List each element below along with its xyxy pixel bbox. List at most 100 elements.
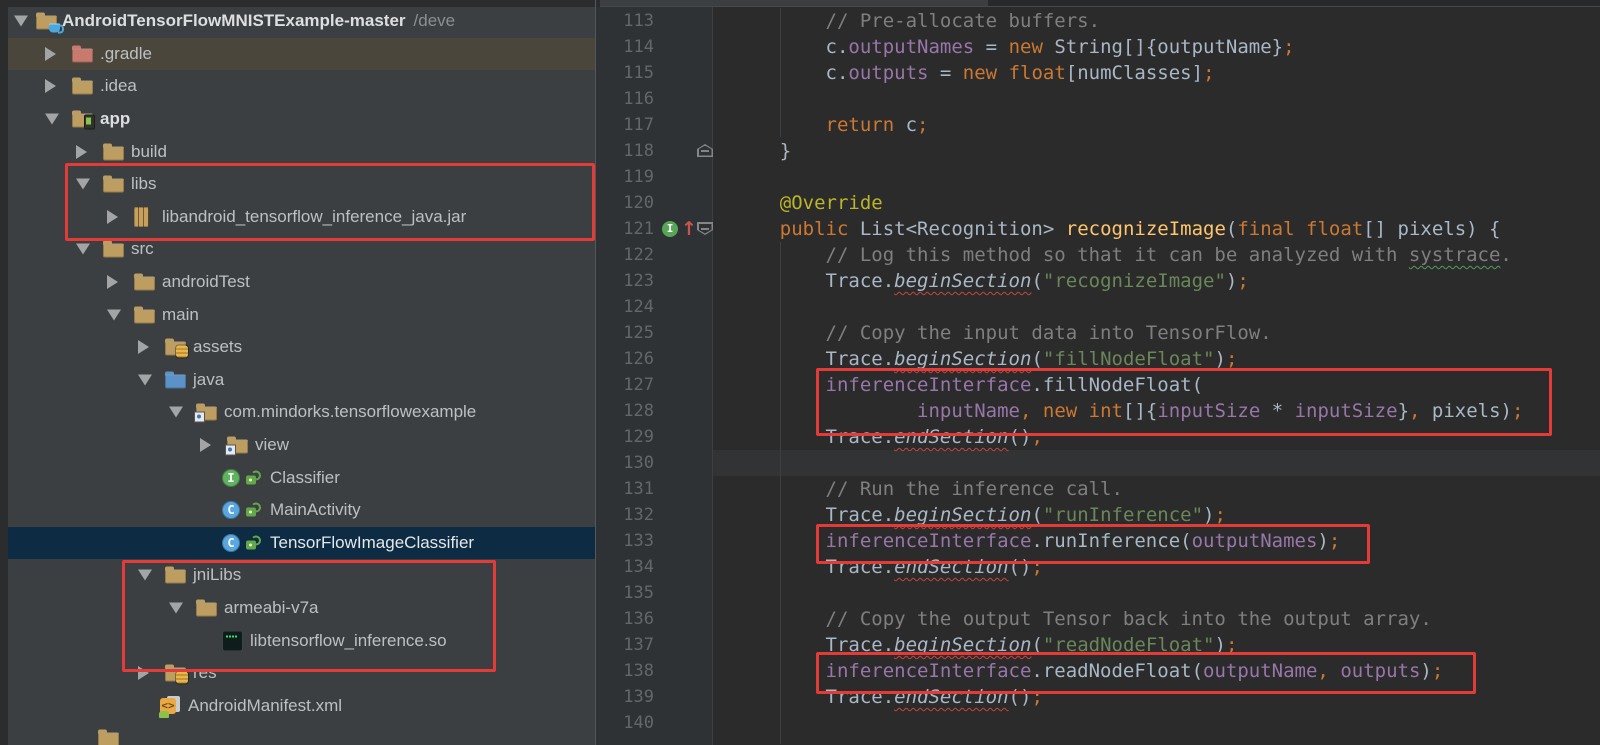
chevron-expanded-icon[interactable] <box>138 374 152 386</box>
line-number: 137 <box>623 635 654 655</box>
line-number: 121 <box>623 219 654 239</box>
code-line[interactable]: return c; <box>734 112 929 138</box>
tree-row-libandroid-tensorflow-inference-java-jar[interactable]: libandroid_tensorflow_inference_java.jar <box>8 201 595 234</box>
code-line[interactable]: // Log this method so that it can be ana… <box>734 242 1512 268</box>
override-arrow-icon[interactable]: ↑ <box>681 218 697 240</box>
folder-icon <box>134 273 155 291</box>
code-line[interactable]: inferenceInterface.runInference(outputNa… <box>734 528 1341 554</box>
code-line[interactable]: inferenceInterface.readNodeFloat(outputN… <box>734 658 1444 684</box>
tree-row-androidtest[interactable]: androidTest <box>8 266 595 299</box>
code-line[interactable]: // Copy the input data into TensorFlow. <box>734 320 1272 346</box>
chevron-collapsed-icon[interactable] <box>107 275 118 290</box>
tree-row-androidmanifest-xml[interactable]: <> AndroidManifest.xml <box>8 690 595 723</box>
tree-row-tensorflowimageclassifier[interactable]: C TensorFlowImageClassifier <box>8 526 595 560</box>
code-line[interactable]: c.outputs = new float[numClasses]; <box>734 60 1215 86</box>
chevron-expanded-icon[interactable] <box>138 569 152 581</box>
tree-row-java[interactable]: java <box>8 364 595 397</box>
line-number: 120 <box>623 193 654 213</box>
chevron-expanded-icon[interactable] <box>107 309 121 321</box>
tree-row-app[interactable]: app <box>8 103 595 136</box>
chevron-expanded-icon[interactable] <box>45 113 59 125</box>
code-line[interactable]: // Run the inference call. <box>734 476 1123 502</box>
tree-row-build[interactable]: build <box>8 135 595 168</box>
code-line[interactable]: inferenceInterface.fillNodeFloat( <box>734 372 1204 398</box>
tree-item-label: res <box>193 663 217 683</box>
line-number: 114 <box>623 37 654 57</box>
folder-icon <box>103 240 124 258</box>
code-line[interactable]: Trace.endSection(); <box>734 554 1043 580</box>
chevron-collapsed-icon[interactable] <box>138 340 149 355</box>
tree-row-assets[interactable]: assets <box>8 331 595 364</box>
package-icon <box>225 436 248 456</box>
tree-item-label: AndroidTensorFlowMNISTExample-master/dev… <box>62 11 456 31</box>
tree-row-view[interactable]: view <box>8 429 595 462</box>
code-line[interactable]: } <box>734 138 791 164</box>
gutter-fold-line <box>712 7 713 745</box>
code-line[interactable]: // Copy the output Tensor back into the … <box>734 606 1432 632</box>
tree-row-src[interactable]: src <box>8 233 595 266</box>
assets-folder-icon <box>165 338 188 358</box>
tree-row-mainactivity[interactable]: C MainActivity <box>8 494 595 527</box>
code-line[interactable]: @Override <box>734 190 883 216</box>
tree-item-label: armeabi-v7a <box>224 598 319 618</box>
tree-item-label: TensorFlowImageClassifier <box>270 532 475 552</box>
code-line[interactable]: public List<Recognition> recognizeImage(… <box>734 216 1501 242</box>
fold-marker-down[interactable] <box>697 222 713 235</box>
chevron-collapsed-icon[interactable] <box>138 666 149 681</box>
excluded-folder-icon <box>72 45 93 63</box>
tree-row-androidtensorflowmnistexample-master[interactable]: AndroidTensorFlowMNISTExample-master/dev… <box>8 5 595 38</box>
tree-row-jnilibs[interactable]: jniLibs <box>8 559 595 592</box>
implementing-method-icon[interactable]: I <box>662 221 678 237</box>
line-number: 113 <box>623 11 654 31</box>
line-number: 119 <box>623 167 654 187</box>
chevron-expanded-icon[interactable] <box>76 178 90 190</box>
android-manifest-icon: <> <box>159 695 180 718</box>
class-icon: C <box>222 533 240 552</box>
interface-icon: I <box>222 468 240 487</box>
public-lock-icon <box>246 470 261 485</box>
code-line[interactable]: // Pre-allocate buffers. <box>734 8 1101 34</box>
code-line[interactable]: Trace.beginSection("recognizeImage"); <box>734 268 1249 294</box>
window-left-edge <box>0 0 8 745</box>
code-line[interactable]: c.outputNames = new String[]{outputName}… <box>734 34 1295 60</box>
tree-item-label: .idea <box>100 76 137 96</box>
tree-row-res[interactable]: res <box>8 657 595 690</box>
tree-item-label: java <box>193 369 225 389</box>
code-line[interactable]: Trace.endSection(); <box>734 684 1043 710</box>
chevron-collapsed-icon[interactable] <box>200 438 211 453</box>
tree-row-libtensorflow-inference-so[interactable]: libtensorflow_inference.so <box>8 624 595 657</box>
line-number: 127 <box>623 375 654 395</box>
chevron-collapsed-icon[interactable] <box>76 144 87 159</box>
folder-icon <box>98 729 119 745</box>
code-line[interactable]: inputName, new int[]{inputSize * inputSi… <box>734 398 1523 424</box>
folder-icon <box>134 306 155 324</box>
code-line[interactable]: Trace.beginSection("readNodeFloat"); <box>734 632 1238 658</box>
tree-row-main[interactable]: main <box>8 298 595 331</box>
tree-row--idea[interactable]: .idea <box>8 70 595 103</box>
tree-row-armeabi-v7a[interactable]: armeabi-v7a <box>8 592 595 625</box>
folder-icon <box>103 175 124 193</box>
tree-row-partial[interactable] <box>8 722 595 745</box>
code-line[interactable]: Trace.endSection(); <box>734 424 1043 450</box>
chevron-collapsed-icon[interactable] <box>45 46 56 61</box>
chevron-expanded-icon[interactable] <box>169 406 183 418</box>
tree-item-label: MainActivity <box>270 500 361 520</box>
code-line[interactable]: Trace.beginSection("fillNodeFloat"); <box>734 346 1238 372</box>
fold-marker-up[interactable] <box>697 144 713 157</box>
chevron-expanded-icon[interactable] <box>76 243 90 255</box>
chevron-expanded-icon[interactable] <box>14 15 28 27</box>
tree-row-libs[interactable]: libs <box>8 168 595 201</box>
tree-row-com-mindorks-tensorflowexample[interactable]: com.mindorks.tensorflowexample <box>8 396 595 429</box>
tree-row--gradle[interactable]: .gradle <box>8 37 595 71</box>
tree-item-label: app <box>100 109 131 129</box>
line-number: 138 <box>623 661 654 681</box>
chevron-collapsed-icon[interactable] <box>107 209 118 224</box>
tree-item-label: Classifier <box>270 467 340 487</box>
code-line[interactable]: Trace.beginSection("runInference"); <box>734 502 1226 528</box>
public-lock-icon <box>246 502 261 518</box>
chevron-expanded-icon[interactable] <box>169 602 183 614</box>
line-number: 124 <box>623 297 654 317</box>
chevron-collapsed-icon[interactable] <box>45 79 56 94</box>
line-number: 126 <box>623 349 654 369</box>
tree-row-classifier[interactable]: I Classifier <box>8 461 595 494</box>
